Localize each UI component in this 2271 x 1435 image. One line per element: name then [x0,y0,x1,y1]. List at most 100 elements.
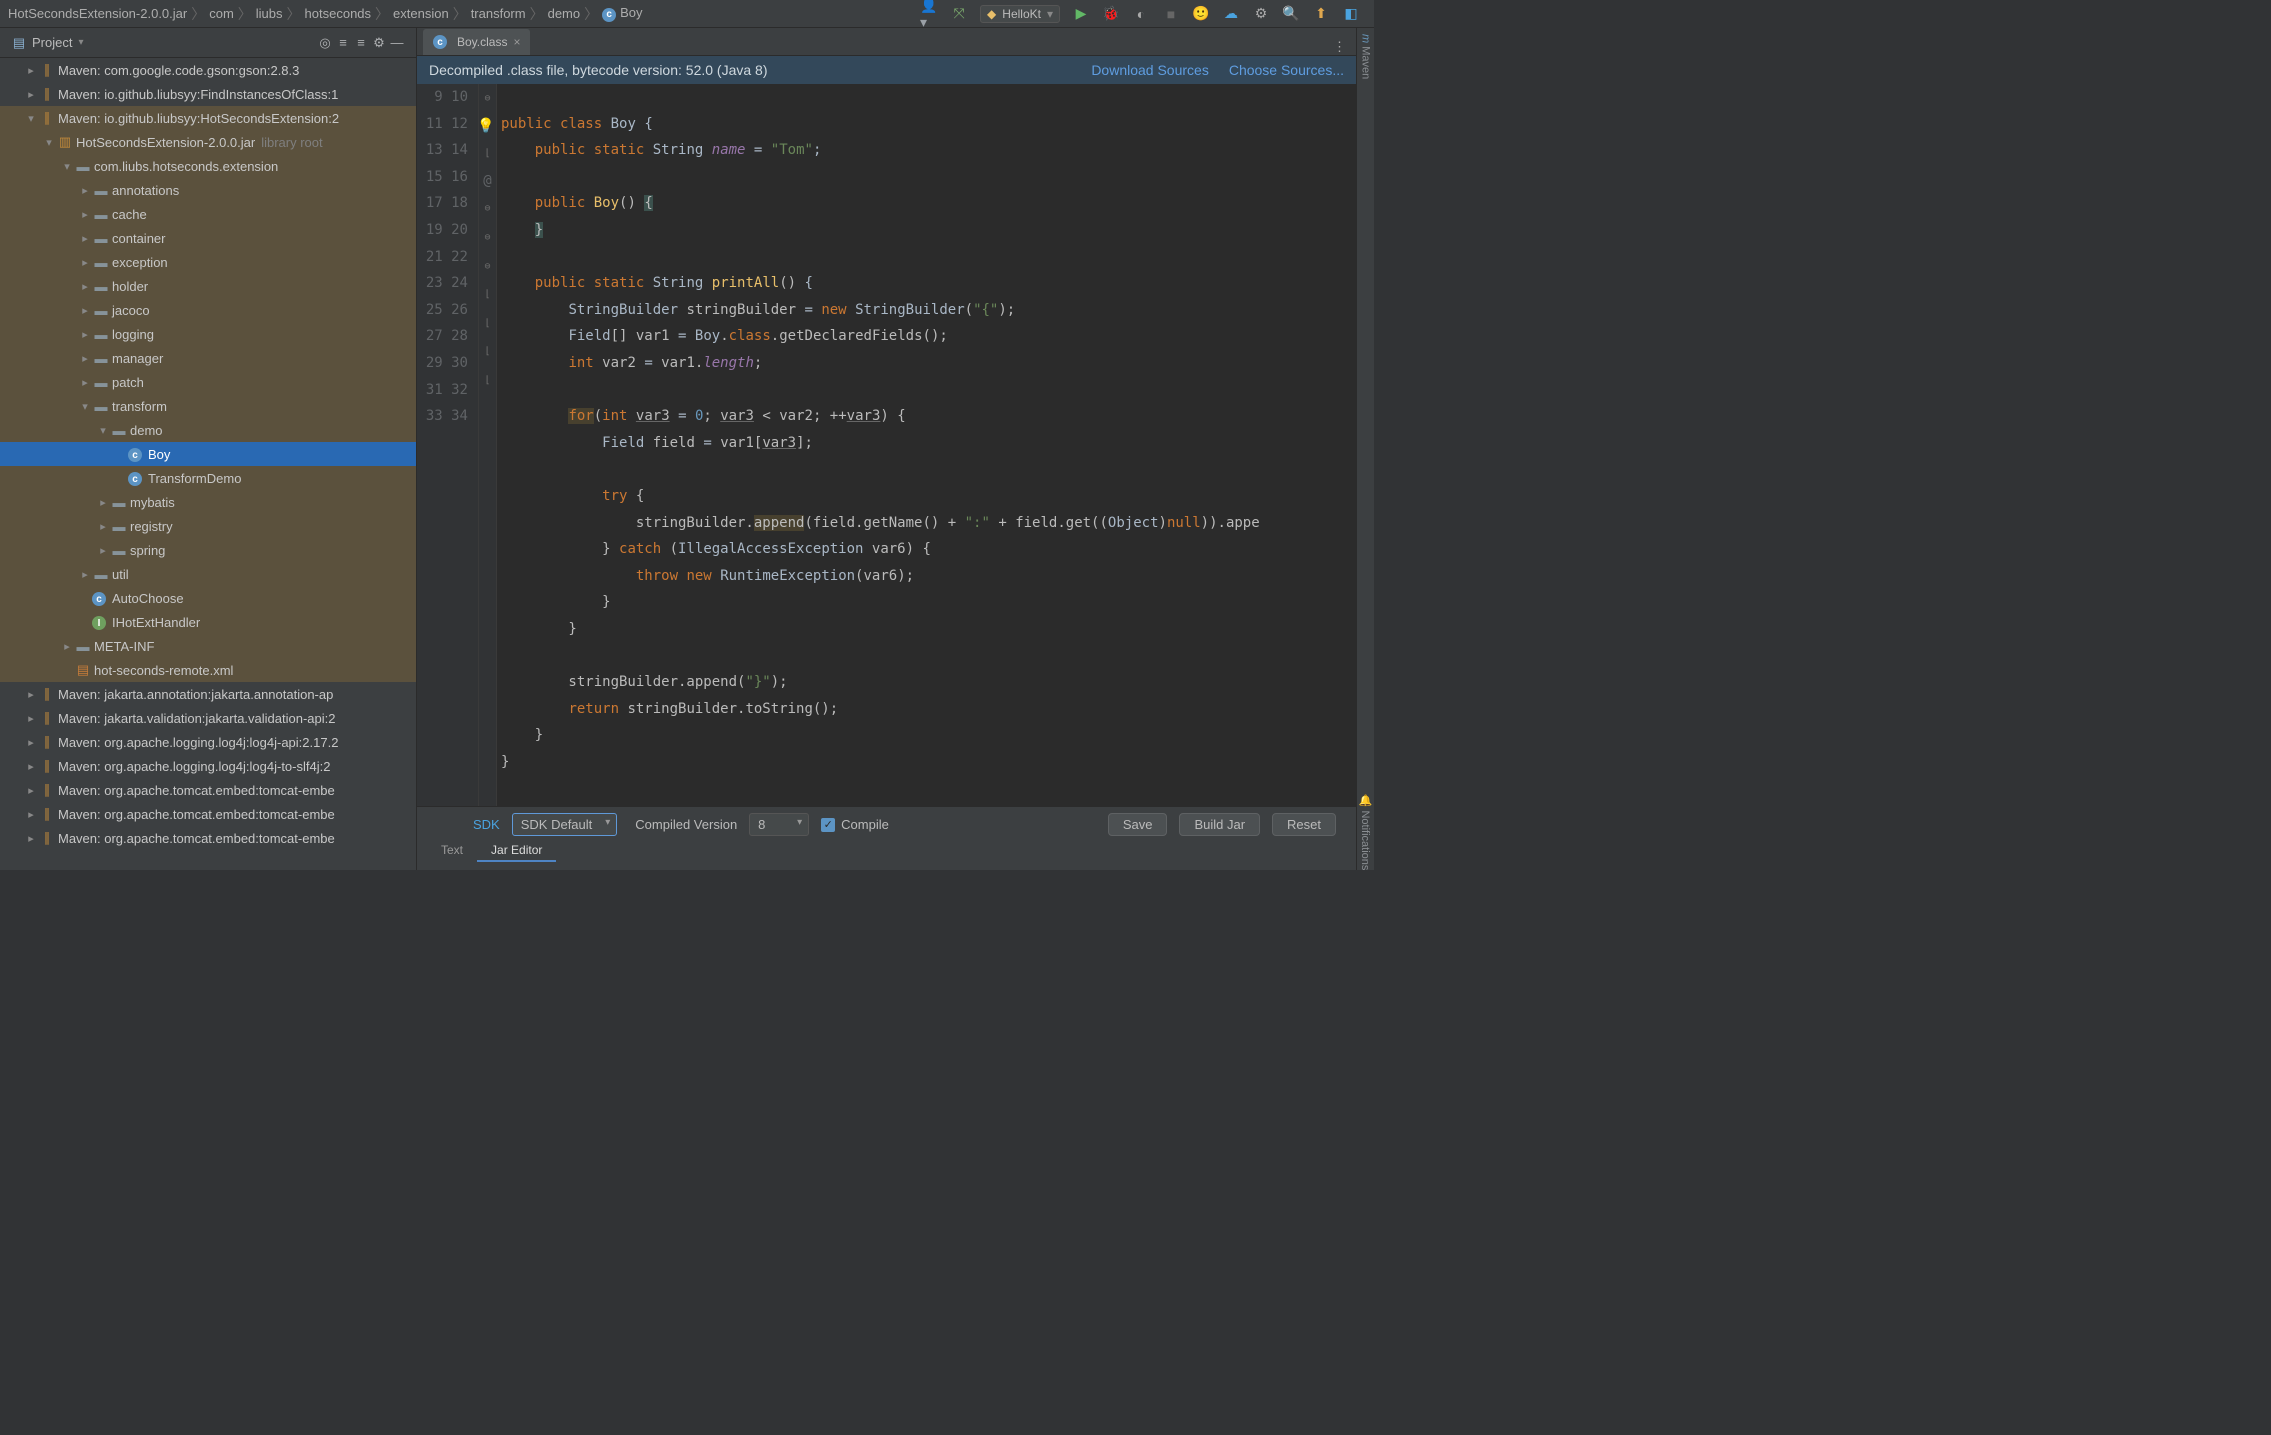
compiled-version-select[interactable]: 8 [749,813,809,836]
reset-button[interactable]: Reset [1272,813,1336,836]
tree-label: util [112,567,129,582]
tree-row[interactable]: cAutoChoose [0,586,416,610]
tree-label: transform [112,399,167,414]
collapse-all-icon[interactable]: ≡ [352,34,370,52]
tree-row[interactable]: ▬registry [0,514,416,538]
run-icon[interactable]: ▶ [1072,5,1090,23]
tree-row[interactable]: ∥Maven: jakarta.annotation:jakarta.annot… [0,682,416,706]
tree-row[interactable]: ▬com.liubs.hotseconds.extension [0,154,416,178]
tree-row[interactable]: ▬patch [0,370,416,394]
code-editor[interactable]: 9 10 11 12 13 14 15 16 17 18 19 20 21 22… [417,84,1356,806]
tree-label: com.liubs.hotseconds.extension [94,159,278,174]
breadcrumb-seg[interactable]: hotseconds [303,6,374,21]
breadcrumb-seg[interactable]: transform [469,6,528,21]
tree-row[interactable]: ∥Maven: org.apache.tomcat.embed:tomcat-e… [0,802,416,826]
breadcrumb-seg[interactable]: extension [391,6,451,21]
tree-row[interactable]: ▬transform [0,394,416,418]
tree-label: Maven: org.apache.tomcat.embed:tomcat-em… [58,783,335,798]
tree-row[interactable]: ▬annotations [0,178,416,202]
bottom-tab-jar-editor[interactable]: Jar Editor [477,840,556,862]
search-icon[interactable]: 🔍 [1282,5,1300,23]
target-icon[interactable]: ◎ [316,34,334,52]
notifications-tool-button[interactable]: 🔔 Notifications [1359,794,1372,870]
breadcrumb-seg[interactable]: demo [546,6,583,21]
dropdown-icon[interactable]: ▾ [78,37,83,48]
library-icon: ∥ [38,110,56,126]
folder-icon: ▬ [92,375,110,390]
compile-checkbox[interactable]: ✓Compile [821,817,889,832]
tab-boy-class[interactable]: c Boy.class × [423,29,530,55]
tree-label: Maven: org.apache.tomcat.embed:tomcat-em… [58,807,335,822]
tree-label: mybatis [130,495,175,510]
tree-row[interactable]: ▬cache [0,202,416,226]
tree-row[interactable]: ▥HotSecondsExtension-2.0.0.jarlibrary ro… [0,130,416,154]
update-icon[interactable]: ⬆ [1312,5,1330,23]
run-config[interactable]: ◆HelloKt▾ [980,5,1060,23]
save-button[interactable]: Save [1108,813,1168,836]
breadcrumb-seg[interactable]: com [207,6,236,21]
tree-row[interactable]: ∥Maven: io.github.liubsyy:HotSecondsExte… [0,106,416,130]
bottom-tab-text[interactable]: Text [427,840,477,862]
right-tool-strip: m Maven 🔔 Notifications [1356,28,1374,870]
code-content[interactable]: public class Boy { public static String … [497,84,1356,806]
folder-icon: ▬ [92,399,110,414]
tree-row[interactable]: ∥Maven: com.google.code.gson:gson:2.8.3 [0,58,416,82]
debug-icon[interactable]: 🐞 [1102,5,1120,23]
decompiled-banner: Decompiled .class file, bytecode version… [417,56,1356,84]
tree-label: exception [112,255,168,270]
user-icon[interactable]: 👤▾ [920,5,938,23]
tree-row[interactable]: cTransformDemo [0,466,416,490]
tree-row[interactable]: cBoy [0,442,416,466]
close-icon[interactable]: × [513,35,520,49]
tree-row[interactable]: ▬exception [0,250,416,274]
tree-label: cache [112,207,147,222]
tree-label: Maven: org.apache.logging.log4j:log4j-to… [58,759,330,774]
tree-row[interactable]: ∥Maven: org.apache.tomcat.embed:tomcat-e… [0,826,416,850]
coverage-icon[interactable]: ◐ [1132,5,1150,23]
tree-label: Boy [148,447,170,462]
library-icon: ∥ [38,758,56,774]
choose-sources-link[interactable]: Choose Sources... [1229,62,1344,78]
maven-tool-button[interactable]: m Maven [1360,34,1372,79]
sonar-icon[interactable]: ☁ [1222,5,1240,23]
breadcrumb-seg[interactable]: HotSecondsExtension-2.0.0.jar [6,6,189,21]
avatar-icon[interactable]: 🙂 [1192,5,1210,23]
project-tree[interactable]: ∥Maven: com.google.code.gson:gson:2.8.3∥… [0,58,416,870]
banner-text: Decompiled .class file, bytecode version… [429,62,768,78]
tree-row[interactable]: ▬manager [0,346,416,370]
tree-row[interactable]: ∥Maven: io.github.liubsyy:FindInstancesO… [0,82,416,106]
tree-row[interactable]: ▬META-INF [0,634,416,658]
download-sources-link[interactable]: Download Sources [1091,62,1209,78]
interface-icon: I [92,614,110,631]
expand-all-icon[interactable]: ≡ [334,34,352,52]
hammer-icon[interactable]: ⤧ [950,5,968,23]
tree-row[interactable]: ∥Maven: org.apache.logging.log4j:log4j-a… [0,730,416,754]
gear-icon[interactable]: ⚙ [370,34,388,52]
hide-icon[interactable]: — [388,34,406,52]
tree-row[interactable]: ▬mybatis [0,490,416,514]
breadcrumb-seg[interactable]: cBoy [600,5,644,22]
tree-label: hot-seconds-remote.xml [94,663,233,678]
tree-row[interactable]: ∥Maven: jakarta.validation:jakarta.valid… [0,706,416,730]
tree-row[interactable]: IIHotExtHandler [0,610,416,634]
tree-row[interactable]: ∥Maven: org.apache.tomcat.embed:tomcat-e… [0,778,416,802]
tree-row[interactable]: ▬logging [0,322,416,346]
gear-icon[interactable]: ⚙ [1252,5,1270,23]
jetbrains-icon[interactable]: ◧ [1342,5,1360,23]
tree-row[interactable]: ▬holder [0,274,416,298]
tree-row[interactable]: ▬util [0,562,416,586]
stop-icon: ■ [1162,5,1180,23]
tree-row[interactable]: ▬jacoco [0,298,416,322]
sdk-select[interactable]: SDK Default [512,813,618,836]
class-icon: c [92,590,110,607]
fold-gutter[interactable]: ⊖ 💡 ⌊ @ ⊖ ⊖ ⊖ ⌊ ⌊ ⌊ ⌊ [479,84,497,806]
tree-row[interactable]: ▤hot-seconds-remote.xml [0,658,416,682]
tree-row[interactable]: ▬spring [0,538,416,562]
breadcrumb-seg[interactable]: liubs [254,6,285,21]
tree-label: container [112,231,165,246]
tree-row[interactable]: ▬demo [0,418,416,442]
tree-row[interactable]: ▬container [0,226,416,250]
tree-row[interactable]: ∥Maven: org.apache.logging.log4j:log4j-t… [0,754,416,778]
build-jar-button[interactable]: Build Jar [1179,813,1260,836]
kebab-icon[interactable]: ⋮ [1323,39,1356,55]
